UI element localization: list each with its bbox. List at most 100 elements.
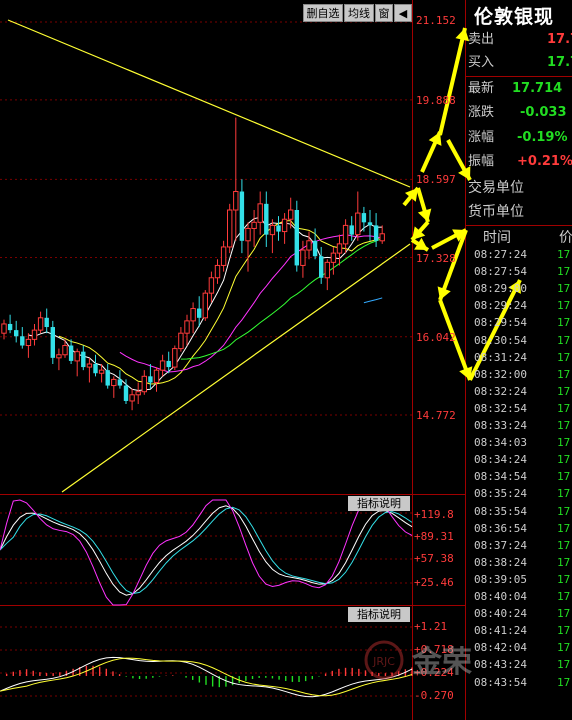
tick-time: 08:39:05	[474, 572, 527, 586]
candle-body	[1, 323, 7, 334]
candle-body	[367, 222, 373, 226]
indicator-1-j-line	[0, 499, 413, 606]
tick-price: 17.	[557, 555, 572, 569]
candle-body	[129, 394, 135, 402]
candle-body	[239, 191, 245, 241]
tick-price: 17.	[557, 521, 572, 535]
latest-label: 最新	[468, 81, 495, 96]
sell-value: 17.7	[547, 32, 572, 47]
moving-average-button[interactable]: 均线	[344, 4, 374, 22]
tick-time: 08:40:04	[474, 590, 527, 603]
candle-body	[264, 203, 269, 235]
resistance-trendline	[7, 19, 411, 188]
buy-value: 17.7	[547, 55, 572, 70]
candle-body	[81, 351, 86, 368]
tick-price: 17.	[557, 453, 572, 467]
change-label: 涨跌	[468, 105, 495, 120]
candle-body	[105, 370, 110, 386]
tick-time: 08:32:00	[474, 367, 527, 381]
tick-time: 08:32:24	[474, 384, 527, 398]
tick-price: 17.	[557, 419, 572, 432]
candle-body	[190, 308, 196, 322]
candle-body	[349, 225, 354, 235]
price-column-header: 价	[559, 230, 572, 246]
tick-time: 08:34:54	[474, 470, 527, 484]
candle-body	[379, 233, 385, 242]
indicator-1-k-line	[0, 505, 413, 596]
candle-body	[153, 369, 160, 383]
candle-body	[178, 332, 184, 350]
remove-watchlist-button[interactable]: 删自选	[303, 4, 343, 22]
quote-divider	[466, 76, 572, 77]
indicator-1-header[interactable]: 指标说明	[348, 496, 410, 511]
window-button[interactable]: 窗	[375, 4, 393, 22]
candle-body	[373, 225, 379, 241]
candle-body	[74, 351, 80, 362]
tick-time: 08:27:54	[474, 265, 527, 279]
candle-body	[306, 240, 312, 251]
candle-body	[25, 338, 32, 347]
candle-body	[342, 224, 349, 245]
candle-body	[324, 261, 331, 279]
time-column-header: 时间	[483, 230, 511, 246]
tick-price: 17.	[557, 367, 572, 381]
candle-body	[208, 277, 215, 294]
tick-price: 17.	[557, 350, 572, 364]
tick-price: 17.	[557, 248, 572, 261]
candle-body	[166, 360, 171, 368]
tick-time: 08:35:24	[474, 487, 527, 501]
indicator-1-axis-label: +119.8	[414, 508, 454, 521]
candle-body	[172, 348, 178, 368]
candle-body	[44, 317, 49, 328]
candle-body	[288, 209, 294, 220]
tick-price: 17.	[557, 401, 572, 415]
tick-price: 17.	[557, 487, 572, 501]
candle-body	[355, 212, 361, 236]
candle-body	[361, 213, 367, 223]
watermark-logo: JRJC 金荣	[352, 620, 544, 700]
candle-body	[159, 360, 166, 371]
ticks-divider	[466, 225, 572, 226]
tick-time: 08:27:24	[474, 248, 527, 261]
tick-time: 08:30:54	[474, 333, 527, 347]
candle-body	[56, 354, 62, 359]
indicator-1-lines	[0, 499, 413, 606]
candle-body	[123, 385, 129, 401]
candle-body	[111, 378, 117, 387]
candle-body	[31, 329, 38, 340]
tick-time: 08:29:54	[474, 316, 527, 330]
tick-price: 17.	[557, 504, 572, 518]
tick-time: 08:29:00	[474, 282, 527, 296]
tick-time: 08:35:54	[474, 504, 527, 518]
support-trendline	[61, 243, 411, 493]
amplitude-value: +0.21%	[517, 154, 572, 169]
price-axis-label: 18.597	[416, 173, 456, 186]
tick-time: 08:40:24	[474, 607, 527, 621]
candle-body	[68, 345, 74, 361]
amplitude-label: 振幅	[468, 154, 495, 169]
candle-body	[37, 317, 44, 331]
candle-body	[141, 375, 148, 393]
candle-body	[330, 252, 337, 263]
tick-price: 17.	[557, 470, 572, 484]
currency-unit-label: 货币单位	[468, 204, 524, 220]
price-axis-label: 16.042	[416, 331, 456, 344]
tick-time: 08:33:24	[474, 419, 527, 432]
candle-body	[251, 221, 257, 229]
candle-body	[233, 191, 239, 211]
tick-price: 17.	[557, 641, 572, 655]
candle-body	[50, 327, 55, 358]
back-arrow-icon[interactable]: ◀	[394, 4, 412, 22]
tick-price: 17.	[557, 299, 572, 313]
indicator-1-axis-label: +25.46	[414, 576, 454, 589]
candle-body	[117, 379, 123, 386]
tick-time: 08:38:24	[474, 555, 527, 569]
change-value: -0.033	[520, 105, 567, 120]
tick-time: 08:31:24	[474, 350, 527, 364]
tick-price: 17.	[557, 624, 572, 638]
candle-body	[300, 249, 306, 266]
price-axis-label: 14.772	[416, 409, 456, 422]
sell-label: 卖出	[468, 32, 495, 47]
indicator-2-lines	[0, 656, 413, 698]
indicator-1-axis-label: +89.31	[414, 530, 454, 543]
